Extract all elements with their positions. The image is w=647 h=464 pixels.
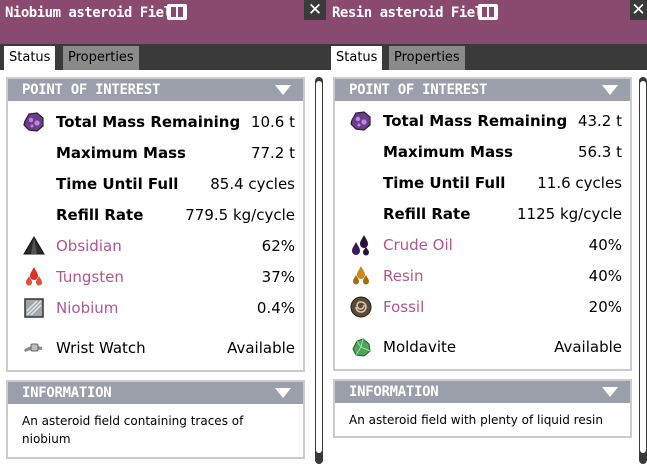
tab-status[interactable]: Status [4,46,56,70]
artifact-row: Wrist Watch Available [8,335,303,361]
wrist-watch-icon [24,343,42,352]
obsidian-icon [23,236,45,255]
row-value: 40% [588,267,622,285]
element-row: Obsidian 62% [8,233,303,259]
row-value: 779.5 kg/cycle [185,206,295,224]
tab-bar: Status Properties [0,44,327,70]
information-section: INFORMATION An asteroid field with plent… [333,379,632,438]
collapse-chevron-icon[interactable] [602,387,618,397]
crude-oil-icon [352,235,369,256]
tungsten-icon [26,267,42,286]
row-label: Wrist Watch [56,339,146,357]
asteroid-icon [23,112,44,132]
moldavite-icon [352,338,371,357]
collapse-chevron-icon[interactable] [602,85,618,95]
panel-title: Resin asteroid Field [332,5,491,21]
element-row: Resin 40% [335,263,630,289]
row-value: 40% [588,236,622,254]
description-text: An asteroid field with plenty of liquid … [349,413,603,427]
fossil-icon [350,296,372,318]
section-header[interactable]: INFORMATION [8,382,303,404]
element-link[interactable]: Obsidian [56,233,122,259]
element-row: Niobium 0.4% [8,295,303,321]
stat-row: Refill Rate 1125 kg/cycle [335,201,630,227]
description-text: An asteroid field containing traces of n… [22,414,244,446]
stat-row: Maximum Mass 56.3 t [335,139,630,165]
section-header[interactable]: INFORMATION [335,381,630,403]
row-value: 20% [588,298,622,316]
codex-book-icon[interactable] [478,4,498,20]
scrollbar[interactable] [639,77,647,464]
section-title: POINT OF INTEREST [22,82,161,98]
stat-row: Total Mass Remaining 10.6 t [8,109,303,135]
scrollbar-thumb[interactable] [640,81,646,453]
row-label: Total Mass Remaining [383,112,568,130]
tab-properties[interactable]: Properties [389,46,465,70]
section-header[interactable]: POINT OF INTEREST [335,79,630,101]
row-value: 43.2 t [577,112,622,130]
resin-icon [353,266,369,285]
row-label: Maximum Mass [56,144,186,162]
row-value: Available [554,338,622,356]
scrollbar[interactable] [315,77,323,464]
stat-row: Total Mass Remaining 43.2 t [335,108,630,134]
stat-row: Time Until Full 11.6 cycles [335,170,630,196]
row-value: 77.2 t [250,144,295,162]
information-section: INFORMATION An asteroid field containing… [6,380,305,459]
row-value: 10.6 t [250,113,295,131]
title-bar: Resin asteroid Field [327,0,647,44]
row-label: Maximum Mass [383,143,513,161]
niobium-icon [24,298,44,318]
row-value: 85.4 cycles [210,175,295,193]
element-row: Tungsten 37% [8,264,303,290]
tab-bar: Status Properties [327,44,647,70]
stat-row: Time Until Full 85.4 cycles [8,171,303,197]
element-link[interactable]: Niobium [56,295,118,321]
row-label: Total Mass Remaining [56,113,241,131]
row-label: Refill Rate [56,206,144,224]
row-value: 56.3 t [577,143,622,161]
resin-asteroid-panel: Resin asteroid Field Status Properties P… [327,0,647,464]
element-link[interactable]: Crude Oil [383,232,453,258]
section-header[interactable]: POINT OF INTEREST [8,79,303,101]
row-value: 37% [261,268,295,286]
row-value: 62% [261,237,295,255]
element-row: Crude Oil 40% [335,232,630,258]
point-of-interest-section: POINT OF INTEREST Total Mass Remaining 1… [6,77,305,372]
point-of-interest-section: POINT OF INTEREST Total Mass Remaining 4… [333,77,632,371]
close-button[interactable]: ✕ [304,0,326,20]
panel-title: Niobium asteroid Field [5,5,180,21]
row-value: 0.4% [256,299,295,317]
stat-row: Refill Rate 779.5 kg/cycle [8,202,303,228]
row-value: Available [227,339,295,357]
section-title: INFORMATION [22,385,112,401]
row-label: Time Until Full [383,174,506,192]
row-value: 11.6 cycles [537,174,622,192]
close-button[interactable]: ✕ [630,0,647,20]
asteroid-icon [350,111,371,131]
element-link[interactable]: Fossil [383,294,424,320]
element-row: Fossil 20% [335,294,630,320]
row-label: Refill Rate [383,205,471,223]
element-link[interactable]: Tungsten [56,264,124,290]
tab-properties[interactable]: Properties [63,46,139,70]
section-title: POINT OF INTEREST [349,82,488,98]
stat-row: Maximum Mass 77.2 t [8,140,303,166]
tab-status[interactable]: Status [331,46,383,70]
artifact-row: Moldavite Available [335,334,630,360]
codex-book-icon[interactable] [167,4,187,20]
row-label: Moldavite [383,338,457,356]
collapse-chevron-icon[interactable] [275,85,291,95]
title-bar: Niobium asteroid Field [0,0,327,44]
niobium-asteroid-panel: Niobium asteroid Field Status Properties… [0,0,327,464]
row-label: Time Until Full [56,175,179,193]
section-title: INFORMATION [349,384,439,400]
scrollbar-thumb[interactable] [316,81,322,453]
row-value: 1125 kg/cycle [517,205,622,223]
element-link[interactable]: Resin [383,263,423,289]
collapse-chevron-icon[interactable] [275,388,291,398]
